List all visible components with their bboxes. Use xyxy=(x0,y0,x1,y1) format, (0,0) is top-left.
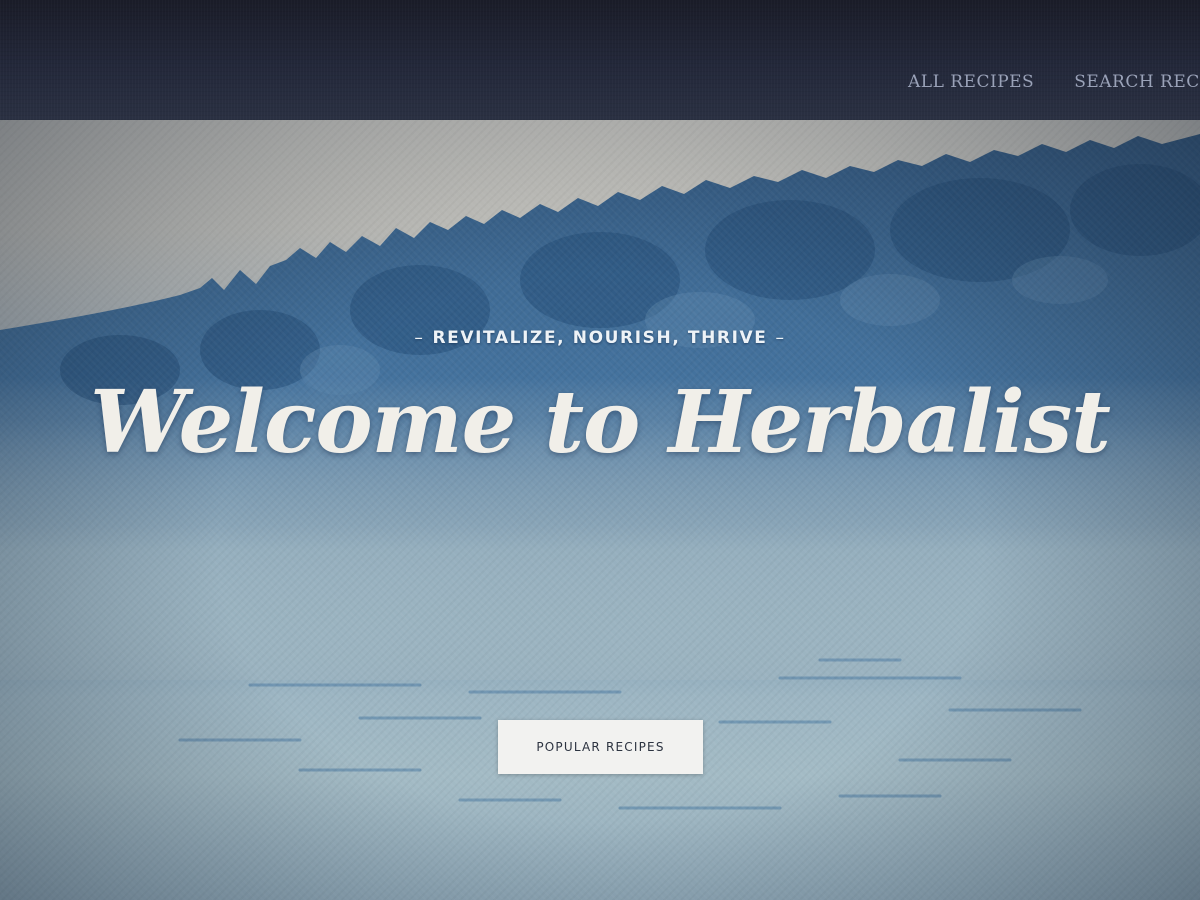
hero-section: – REVITALIZE, NOURISH, THRIVE – Welcome to… xyxy=(0,120,1200,900)
nav-link-all-recipes[interactable]: ALL RECIPES xyxy=(908,72,1034,92)
popular-recipes-button[interactable]: POPULAR RECIPES xyxy=(498,720,703,774)
tagline-text: REVITALIZE, NOURISH, THRIVE xyxy=(432,328,768,348)
nav-link-search-recipes[interactable]: SEARCH RECIPES xyxy=(1074,72,1200,92)
hero-background-image xyxy=(0,134,1200,810)
top-navigation-bar: ALL RECIPES SEARCH RECIPES xyxy=(0,0,1200,120)
nav-texture xyxy=(0,0,1200,120)
main-nav: ALL RECIPES SEARCH RECIPES xyxy=(908,72,1200,92)
tagline-dash-left: – xyxy=(414,328,425,348)
hero-tagline: – REVITALIZE, NOURISH, THRIVE – xyxy=(0,328,1200,348)
page: ALL RECIPES SEARCH RECIPES xyxy=(0,0,1200,900)
tagline-dash-right: – xyxy=(775,328,786,348)
hero-headline: Welcome to Herbalist xyxy=(90,372,1111,473)
